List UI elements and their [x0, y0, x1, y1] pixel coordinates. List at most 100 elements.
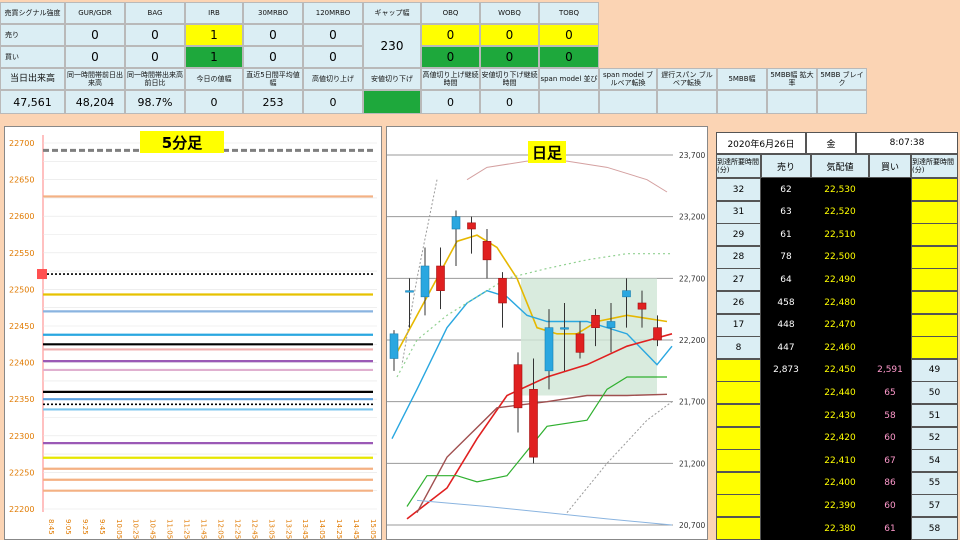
- board-sell: 448: [761, 313, 811, 337]
- header-range: 今日の値幅: [185, 68, 243, 90]
- board-header-right-time: 到達所要時間(分): [911, 154, 958, 178]
- board-sell: 2,873: [761, 358, 811, 382]
- header-higher-high: 高値切り上げ: [303, 68, 363, 90]
- chart-5min-price-marker: [37, 269, 47, 280]
- chart-5min-xtick: 10:45: [149, 519, 157, 539]
- header-ll-duration: 安値切り下げ継続時間: [480, 68, 539, 90]
- board-right-time: [911, 268, 958, 292]
- chart-daily-candle[interactable]: [405, 290, 414, 293]
- board-right-time: [911, 313, 958, 337]
- header-avg-range: 直近5日間平均値幅: [243, 68, 303, 90]
- header-5mbb-expand: 5MBB幅 拡大率: [767, 68, 817, 90]
- chart-daily-candle[interactable]: [529, 389, 538, 458]
- board-sell: [761, 404, 811, 428]
- chart-daily-ytick: 23,700: [679, 151, 705, 160]
- chart-daily-candle[interactable]: [606, 321, 616, 328]
- board-weekday: 金: [806, 132, 856, 154]
- chart-5min-ytick: 22700: [9, 139, 34, 148]
- board-price: 22,450: [811, 358, 869, 382]
- board-left-time: [716, 426, 761, 450]
- board-sell: [761, 381, 811, 405]
- chart-daily-candle[interactable]: [637, 302, 647, 310]
- board-header-buy: 買い: [869, 154, 911, 178]
- board-sell: 64: [761, 268, 811, 292]
- board-right-time: [911, 336, 958, 360]
- chart-daily-candle[interactable]: [436, 265, 445, 291]
- board-price: 22,490: [811, 268, 869, 292]
- board-sell: 78: [761, 245, 811, 269]
- board-left-time: 17: [716, 313, 761, 337]
- chart-daily-candle[interactable]: [560, 327, 569, 330]
- chart-daily-candle[interactable]: [575, 333, 585, 353]
- board-buy: [869, 291, 911, 315]
- board-right-time: [911, 245, 958, 269]
- value-5mbb-expand: [767, 90, 817, 114]
- header-obq: OBQ: [421, 2, 480, 24]
- chart-5min-xtick: 14:05: [318, 519, 326, 539]
- chart-daily-candle[interactable]: [467, 222, 476, 230]
- header-wobq: WOBQ: [480, 2, 539, 24]
- chart-daily-candle[interactable]: [513, 364, 523, 409]
- header-volume-ratio: 同一時間帯出来高前日比: [125, 68, 185, 90]
- board-right-time: [911, 223, 958, 247]
- chart-5min-ytick: 22300: [9, 432, 34, 441]
- row-label-buy: 買い: [0, 46, 65, 68]
- chart-5min-xtick: 14:25: [335, 519, 343, 539]
- header-lower-low: 安値切り下げ: [363, 68, 421, 90]
- chart-5min-ytick: 22250: [9, 468, 34, 477]
- board-sell: 458: [761, 291, 811, 315]
- board-buy: [869, 223, 911, 247]
- value-5mbb-break: [817, 90, 867, 114]
- header-span-switch: span model ブルベア転換: [599, 68, 657, 90]
- board-left-time: [716, 494, 761, 518]
- board-buy: 60: [869, 494, 911, 518]
- sell-30mrbo: 0: [243, 24, 303, 46]
- chart-daily-candle[interactable]: [482, 241, 492, 261]
- chart-daily-panel[interactable]: 23,700 23,200 22,700 22,200 21,700 21,200 20,7…: [386, 126, 708, 540]
- value-higher-high: 0: [303, 90, 363, 114]
- chart-daily-candle[interactable]: [591, 315, 600, 328]
- header-bag: BAG: [125, 2, 185, 24]
- board-sell: 61: [761, 223, 811, 247]
- sell-obq: 0: [421, 24, 480, 46]
- board-buy: 2,591: [869, 358, 911, 382]
- sell-tobq: 0: [539, 24, 599, 46]
- chart-5min-xtick: 10:05: [115, 519, 123, 539]
- board-price: 22,480: [811, 291, 869, 315]
- chart-daily-candle[interactable]: [451, 216, 461, 230]
- chart-daily-candle[interactable]: [653, 327, 662, 341]
- header-lagging-switch: 遅行スパン ブルベア転換: [657, 68, 717, 90]
- chart-5min-panel[interactable]: 22700 22650 22600 22550 22500 22450 22400 22350…: [4, 126, 382, 540]
- chart-5min-title: 5分足: [162, 134, 203, 152]
- chart-daily-candle[interactable]: [498, 278, 507, 304]
- buy-wobq: 0: [480, 46, 539, 68]
- board-header-price: 気配値: [811, 154, 869, 178]
- chart-daily-candle[interactable]: [544, 327, 554, 372]
- chart-daily-candle[interactable]: [622, 290, 631, 298]
- chart-5min-xtick: 13:05: [267, 519, 275, 539]
- chart-daily-candle[interactable]: [420, 265, 430, 298]
- chart-daily-candle[interactable]: [389, 333, 399, 359]
- chart-5min-ytick: 22600: [9, 212, 34, 221]
- board-right-time: 52: [911, 426, 958, 450]
- board-left-time: 8: [716, 336, 761, 360]
- header-5mbb-width: 5MBB幅: [717, 68, 767, 90]
- header-tobq: TOBQ: [539, 2, 599, 24]
- chart-5min-xtick: 13:25: [284, 519, 292, 539]
- board-left-time: 26: [716, 291, 761, 315]
- buy-irb: 1: [185, 46, 243, 68]
- chart-5min-xtick: 9:45: [98, 519, 106, 535]
- value-volume-ratio: 98.7%: [125, 90, 185, 114]
- spreadsheet-background: 売買シグナル強度 GUR/GDR BAG IRB 30MRBO 120MRBO …: [0, 0, 960, 541]
- buy-30mrbo: 0: [243, 46, 303, 68]
- board-left-time: [716, 404, 761, 428]
- board-price: 22,500: [811, 245, 869, 269]
- chart-5min-xtick: 11:25: [183, 519, 191, 539]
- board-buy: [869, 200, 911, 224]
- board-time: 8:07:38: [856, 132, 958, 154]
- chart-daily-ytick: 22,700: [679, 274, 705, 283]
- chart-5min-xtick: 13:45: [301, 519, 309, 539]
- chart-daily-ytick: 20,700: [679, 521, 705, 530]
- header-5mbb-break: 5MBB ブレイク: [817, 68, 867, 90]
- board-buy: 67: [869, 449, 911, 473]
